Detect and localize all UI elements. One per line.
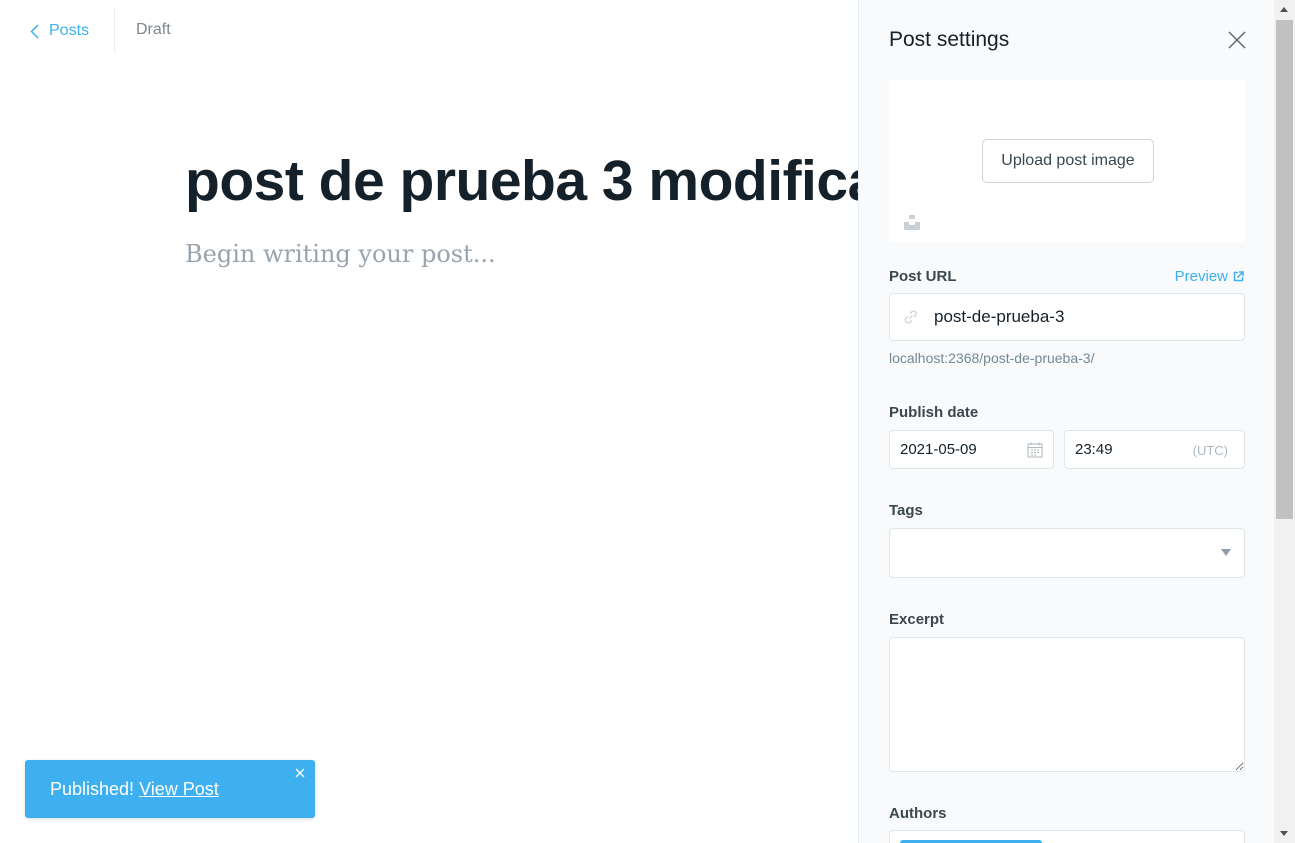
timezone-label: (UTC) — [1192, 443, 1228, 458]
upload-post-image-button[interactable]: Upload post image — [982, 139, 1154, 183]
topbar-divider — [114, 8, 115, 52]
link-icon — [904, 310, 917, 324]
view-post-link[interactable]: View Post — [139, 779, 219, 799]
post-title[interactable]: post de prueba 3 modificado — [185, 148, 858, 214]
chevron-left-icon — [30, 23, 39, 39]
post-url-field[interactable] — [889, 293, 1245, 341]
publish-notification: Published! View Post — [25, 760, 315, 818]
close-icon[interactable] — [294, 767, 306, 779]
post-url-input[interactable] — [934, 307, 1224, 327]
external-link-icon — [1233, 271, 1244, 282]
tags-select[interactable] — [889, 528, 1245, 578]
back-to-posts-link[interactable]: Posts — [30, 20, 89, 42]
post-url-label: Post URL — [889, 268, 957, 285]
close-icon[interactable] — [1227, 30, 1247, 50]
unsplash-icon[interactable] — [903, 213, 921, 231]
authors-label: Authors — [889, 805, 947, 822]
panel-scrollbar[interactable] — [1274, 0, 1295, 843]
scroll-up-arrow-icon[interactable] — [1280, 7, 1288, 12]
publish-date-label: Publish date — [889, 404, 979, 421]
notification-message: Published! — [50, 779, 135, 799]
tags-label: Tags — [889, 502, 923, 519]
publish-time-input[interactable] — [1075, 441, 1165, 458]
publish-time-field[interactable]: (UTC) — [1064, 430, 1245, 469]
back-link-label: Posts — [49, 22, 90, 39]
publish-date-field[interactable] — [889, 430, 1054, 469]
scroll-thumb[interactable] — [1276, 20, 1293, 519]
excerpt-label: Excerpt — [889, 611, 945, 628]
preview-label: Preview — [1174, 268, 1228, 285]
notification-text: Published! View Post — [50, 779, 219, 800]
post-url-hint: localhost:2368/post-de-prueba-3/ — [889, 350, 1095, 366]
publish-date-input[interactable] — [900, 441, 1010, 458]
preview-link[interactable]: Preview — [1175, 268, 1244, 285]
editor-topbar: Posts Draft — [0, 0, 858, 62]
post-settings-panel: Post settings Upload post image Post URL… — [858, 0, 1274, 843]
excerpt-textarea[interactable] — [889, 637, 1245, 772]
post-status: Draft — [136, 21, 171, 38]
authors-select[interactable] — [889, 830, 1245, 843]
post-image-uploader: Upload post image — [889, 80, 1245, 242]
dropdown-caret-icon — [1221, 549, 1231, 556]
post-body-editor[interactable]: Begin writing your post... — [185, 240, 496, 268]
editor-area: Posts Draft post de prueba 3 modificado … — [0, 0, 858, 843]
calendar-icon[interactable] — [1027, 442, 1043, 458]
settings-title: Post settings — [889, 28, 1010, 51]
scroll-down-arrow-icon[interactable] — [1280, 831, 1288, 836]
